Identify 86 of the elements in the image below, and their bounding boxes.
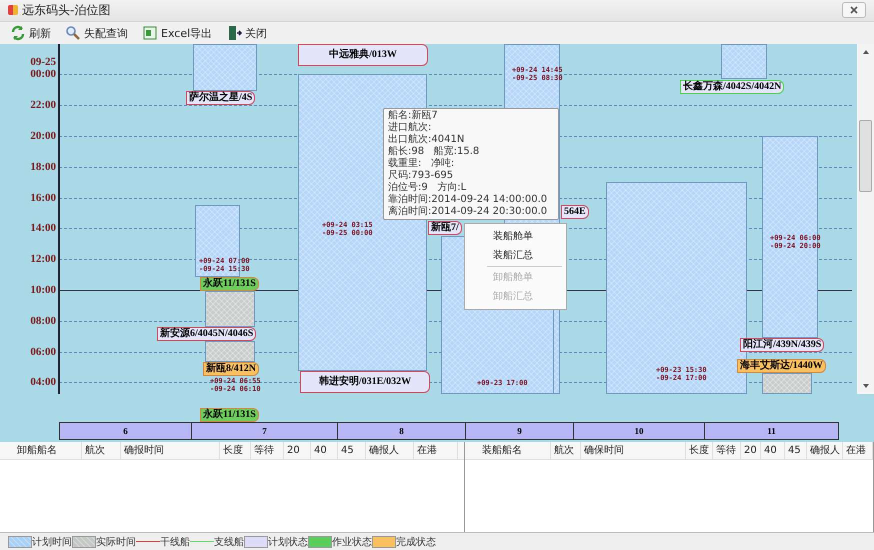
- column-header[interactable]: 航次: [551, 442, 581, 460]
- actual-time-block[interactable]: [205, 291, 255, 328]
- exit-door-icon: [226, 25, 242, 42]
- scroll-down-icon[interactable]: [862, 384, 868, 388]
- scroll-up-icon[interactable]: [862, 50, 868, 54]
- menu-item[interactable]: 装船舱单: [493, 227, 566, 246]
- column-header[interactable]: 确报人: [366, 442, 414, 460]
- column-header[interactable]: 在港: [414, 442, 458, 460]
- column-header[interactable]: 长度: [686, 442, 713, 460]
- column-header[interactable]: 等待: [251, 442, 284, 460]
- column-header[interactable]: 45: [785, 442, 807, 460]
- scroll-thumb[interactable]: [859, 120, 872, 192]
- axis-label: 08:00: [29, 315, 56, 328]
- vertical-scrollbar[interactable]: [857, 44, 874, 394]
- legend-label: 干线船: [160, 536, 190, 549]
- tooltip-line: 船长:98 船宽:15.8: [388, 146, 480, 158]
- berth-cell: 11: [704, 422, 839, 440]
- axis-label: 20:00: [29, 130, 56, 142]
- tooltip-line: 进口航次:: [388, 122, 432, 134]
- vessel-tag[interactable]: 海丰艾斯达/1440W: [737, 359, 826, 374]
- axis-label: 12:00: [29, 253, 56, 266]
- legend-label: 计划时间: [32, 536, 72, 549]
- tooltip-line: 尺码:793-695: [388, 170, 454, 182]
- tooltip-line: 靠泊时间:2014-09-24 14:00:00.0: [388, 194, 548, 206]
- column-header[interactable]: 确报时间: [121, 442, 220, 460]
- toolbar-button[interactable]: 失配查询: [61, 24, 132, 42]
- vessel-tag[interactable]: 新安源6/4045N/4046S: [157, 327, 256, 342]
- actual-time-block[interactable]: [762, 373, 812, 394]
- vessel-tag[interactable]: 564E: [561, 205, 589, 220]
- actual-time-block[interactable]: [205, 341, 255, 362]
- berth-cell: 8: [337, 422, 466, 440]
- column-header[interactable]: 等待: [713, 442, 741, 460]
- vessel-tag[interactable]: 阳江河/439N/439S: [740, 338, 824, 352]
- column-header[interactable]: 卸船船名: [14, 442, 82, 460]
- toolbar-button[interactable]: Excel导出: [138, 24, 216, 42]
- legend-label: 计划状态: [268, 536, 308, 549]
- axis-label: 06:00: [29, 346, 56, 358]
- column-header[interactable]: 20: [741, 442, 761, 460]
- column-header[interactable]: 40: [761, 442, 785, 460]
- legend-label: 作业状态: [332, 536, 372, 549]
- tooltip-line: 载重里: 净吨:: [388, 158, 456, 170]
- axis-label: 18:00: [29, 161, 56, 174]
- axis-label: 04:00: [29, 376, 56, 388]
- legend-label: 完成状态: [396, 536, 436, 549]
- berth-cell: 6: [59, 422, 192, 440]
- column-header[interactable]: 在港: [843, 442, 873, 460]
- vessel-tag[interactable]: 萨尔温之星/4S: [186, 91, 256, 106]
- column-header[interactable]: 航次: [82, 442, 121, 460]
- tooltip-line: 泊位号:9 方向:L: [388, 182, 468, 194]
- column-header[interactable]: 装船船名: [479, 442, 551, 460]
- refresh-icon: [10, 25, 26, 42]
- window-title: 远东码头-泊位图: [22, 2, 112, 19]
- column-header[interactable]: 确保时间: [581, 442, 686, 460]
- legend-label: 实际时间: [96, 536, 136, 549]
- tooltip-line: 离泊时间:2014-09-24 20:30:00.0: [388, 206, 548, 218]
- axis-label: 16:00: [29, 192, 56, 204]
- axis-label: 09-25 00:00: [29, 56, 56, 80]
- vessel-tag[interactable]: 长鑫万森/4042S/4042N: [680, 80, 784, 94]
- berth-cell: 7: [191, 422, 338, 440]
- tooltip-line: 船名:新瓯7: [388, 110, 439, 122]
- column-header[interactable]: 长度: [220, 442, 251, 460]
- menu-item[interactable]: 装船汇总: [493, 246, 566, 266]
- tooltip-line: 出口航次:4041N: [388, 134, 466, 146]
- axis-label: 22:00: [29, 99, 56, 112]
- berth-cell: 9: [465, 422, 574, 440]
- column-header[interactable]: 确报人: [807, 442, 843, 460]
- column-header[interactable]: 40: [311, 442, 338, 460]
- vessel-tag[interactable]: 韩进安明/031E/032W: [300, 371, 430, 394]
- close-icon: [849, 6, 859, 14]
- axis-label: 14:00: [29, 222, 56, 234]
- column-header[interactable]: 45: [338, 442, 366, 460]
- berth-cell: 10: [573, 422, 705, 440]
- legend-label: 支线船: [214, 536, 244, 549]
- toolbar-button[interactable]: 关闭: [222, 24, 272, 42]
- toolbar-button[interactable]: 刷新: [6, 24, 55, 42]
- vessel-tag[interactable]: 新瓯7/: [428, 221, 462, 236]
- close-button[interactable]: [842, 2, 866, 18]
- spreadsheet-icon: [142, 25, 158, 42]
- vessel-tag[interactable]: 永跃11/131S: [200, 277, 259, 292]
- vessel-tag[interactable]: 新瓯8/412N: [203, 362, 259, 376]
- axis-label: 10:00: [29, 284, 56, 296]
- vessel-tag[interactable]: 中远雅典/013W: [298, 44, 428, 66]
- search-icon: [65, 25, 81, 42]
- app-icon: [8, 5, 18, 16]
- vessel-tag[interactable]: 永跃11/131S: [200, 408, 259, 422]
- column-header[interactable]: 20: [284, 442, 311, 460]
